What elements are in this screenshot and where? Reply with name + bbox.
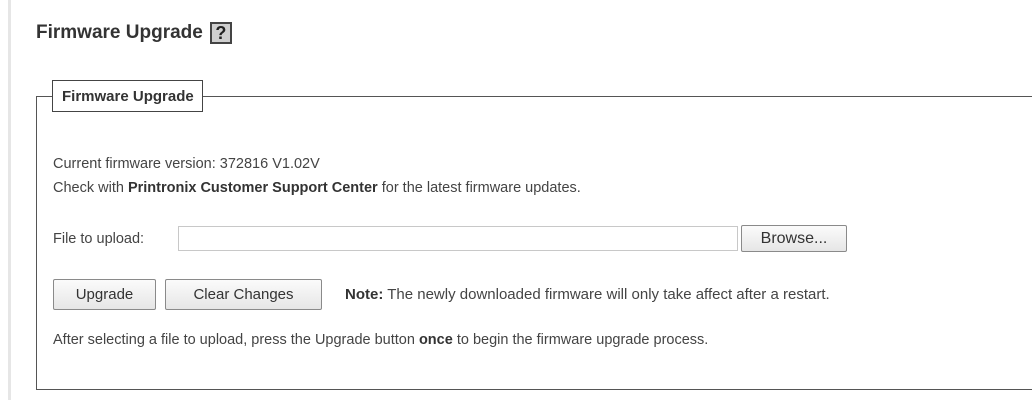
file-upload-label: File to upload: [53,231,145,247]
page-title: Firmware Upgrade [36,22,203,43]
upgrade-button[interactable]: Upgrade [53,279,156,310]
note-label: Note: [345,286,384,303]
check-suffix: for the latest firmware updates. [381,180,581,196]
support-line: Check with Printronix Customer Support C… [53,180,581,196]
browse-button[interactable]: Browse... [741,225,847,252]
instructions-suffix: to begin the firmware upgrade process. [456,332,709,348]
check-prefix: Check with [53,180,124,196]
fieldset-legend: Firmware Upgrade [52,80,203,112]
page-header: Firmware Upgrade ? [36,22,232,44]
version-value: 372816 V1.02V [219,156,320,172]
support-center-name: Printronix Customer Support Center [127,180,378,196]
help-icon[interactable]: ? [209,22,232,44]
version-label: Current firmware version: [53,156,216,172]
clear-changes-button[interactable]: Clear Changes [165,279,322,310]
instructions-line: After selecting a file to upload, press … [53,332,708,348]
note-text: The newly downloaded firmware will only … [387,286,830,303]
instructions-prefix: After selecting a file to upload, press … [53,332,415,348]
file-upload-field[interactable] [178,226,738,251]
left-border [8,0,11,400]
instructions-emphasis: once [418,332,453,348]
restart-note: Note: The newly downloaded firmware will… [345,286,830,303]
current-version-line: Current firmware version: 372816 V1.02V [53,156,320,172]
